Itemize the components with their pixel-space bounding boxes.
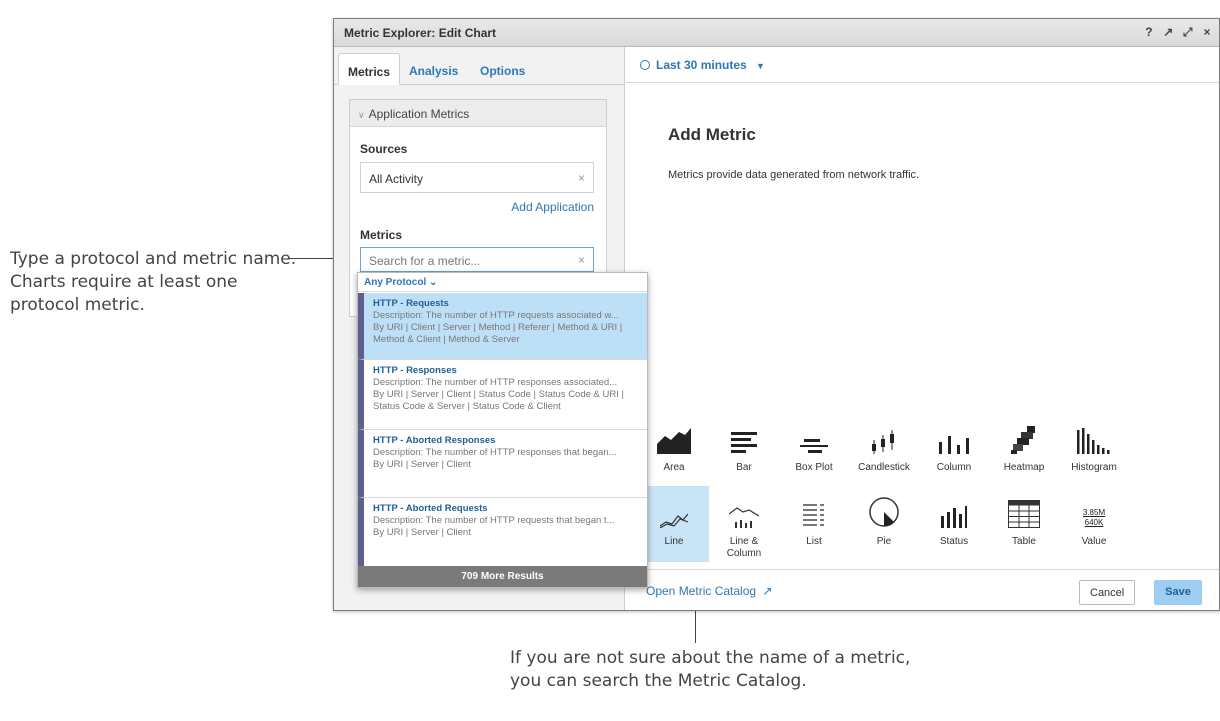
tab-options[interactable]: Options [471,53,534,85]
box-plot-icon [800,439,828,453]
chart-type-histogram[interactable]: Histogram [1059,412,1129,488]
chart-type-value[interactable]: 3.85M 640K Value [1059,486,1129,562]
result-item[interactable]: HTTP - Requests Description: The number … [358,293,647,360]
tab-analysis[interactable]: Analysis [400,53,467,85]
window-title: Metric Explorer: Edit Chart [344,26,497,40]
clear-search-icon[interactable]: × [578,253,585,267]
list-icon [803,504,824,526]
panel-title: Application Metrics [368,107,470,121]
expand-icon[interactable]: ⤢ [1180,25,1196,40]
panel-header[interactable]: ∨ Application Metrics [350,100,606,127]
result-description: Description: The number of HTTP requests… [373,515,615,526]
chart-type-box-plot[interactable]: Box Plot [779,412,849,488]
clear-source-icon[interactable]: × [578,171,585,185]
search-placeholder: Search for a metric... [369,254,481,268]
chart-type-label: Status [939,536,969,547]
chart-type-label: Value [1081,536,1107,547]
chart-type-label: Table [1012,536,1036,547]
sources-field[interactable]: All Activity × [360,162,594,193]
result-by: By URI | Client | Server | Method | Refe… [373,322,623,345]
heatmap-icon [1011,426,1035,454]
result-by: By URI | Server | Client [373,459,471,470]
chart-type-bar[interactable]: Bar [709,412,779,488]
chart-type-label: Histogram [1071,462,1117,473]
chart-type-label: Bar [736,462,752,473]
result-title: HTTP - Responses [373,365,457,376]
chart-type-label: List [806,536,822,547]
tab-metrics[interactable]: Metrics [338,53,401,85]
result-description: Description: The number of HTTP requests… [373,310,619,321]
callout-protocol-metric: Type a protocol and metric name. Charts … [10,249,297,315]
bar-chart-icon [731,432,757,453]
pie-chart-icon [869,497,899,527]
histogram-icon [1077,428,1110,454]
popout-icon[interactable]: ↗ [1160,25,1176,39]
result-item[interactable]: HTTP - Responses Description: The number… [358,360,647,430]
chart-type-status[interactable]: Status [919,486,989,562]
chart-type-table[interactable]: Table [989,486,1059,562]
chart-type-label: Heatmap [1003,462,1045,473]
area-chart-icon [657,428,691,454]
external-link-icon: ↗ [762,584,773,598]
timeframe-label: Last 30 minutes [656,58,747,72]
chevron-down-icon: ∨ [358,110,365,120]
result-title: HTTP - Requests [373,298,449,309]
chart-type-label: Line & Column [726,536,762,559]
chart-type-candlestick[interactable]: Candlestick [849,412,919,488]
more-results-button[interactable]: 709 More Results [358,566,647,587]
chart-type-label: Area [663,462,685,473]
add-application-link[interactable]: Add Application [511,200,594,214]
chart-type-pie[interactable]: Pie [849,486,919,562]
tab-bar: Metrics Analysis Options [334,47,624,85]
result-title: HTTP - Aborted Responses [373,435,496,446]
chart-type-list[interactable]: List [779,486,849,562]
close-icon[interactable]: × [1199,25,1215,39]
caret-down-icon: ▼ [756,61,765,71]
metric-search-results: Any Protocol ⌄ HTTP - Requests Descripti… [357,272,648,588]
help-icon[interactable]: ? [1141,25,1157,39]
result-by: By URI | Server | Client [373,527,471,538]
result-title: HTTP - Aborted Requests [373,503,488,514]
metrics-label: Metrics [360,228,403,242]
chart-type-heatmap[interactable]: Heatmap [989,412,1059,488]
callout-metric-catalog: If you are not sure about the name of a … [510,648,911,691]
value-icon: 3.85M 640K [1082,508,1106,527]
protocol-filter[interactable]: Any Protocol ⌄ [358,273,647,292]
open-metric-catalog-link[interactable]: Open Metric Catalog ↗ [646,584,772,598]
clock-icon [640,60,650,70]
status-icon [941,506,967,528]
chart-type-label: Candlestick [858,462,910,473]
chart-type-line[interactable]: Line [639,486,709,562]
candlestick-icon [872,430,894,454]
save-button[interactable]: Save [1154,580,1202,605]
line-chart-icon [660,513,688,528]
column-chart-icon [939,436,969,454]
chart-type-label: Box Plot [795,462,833,473]
time-selector[interactable]: Last 30 minutes ▼ [626,47,1219,83]
chart-type-label: Pie [876,536,892,547]
line-column-icon [729,507,759,528]
chart-type-column[interactable]: Column [919,412,989,488]
chart-type-area[interactable]: Area [639,412,709,488]
result-item[interactable]: HTTP - Aborted Responses Description: Th… [358,430,647,498]
add-metric-title: Add Metric [668,125,756,144]
result-description: Description: The number of HTTP response… [373,447,617,458]
window-titlebar: Metric Explorer: Edit Chart ? ↗ ⤢ × [334,19,1219,47]
add-metric-description: Metrics provide data generated from netw… [668,169,920,181]
metric-search-input[interactable]: Search for a metric... × [360,247,594,272]
chart-type-label: Column [936,462,972,473]
result-description: Description: The number of HTTP response… [373,377,618,388]
result-by: By URI | Server | Client | Status Code |… [373,389,624,412]
sources-value: All Activity [369,172,424,186]
table-icon [1008,500,1040,528]
window-controls: ? ↗ ⤢ × [1141,25,1215,40]
cancel-button[interactable]: Cancel [1079,580,1136,605]
chart-type-line-column[interactable]: Line & Column [709,486,779,562]
sources-label: Sources [360,142,408,156]
result-item[interactable]: HTTP - Aborted Requests Description: The… [358,498,647,568]
chart-type-label: Line [664,536,684,547]
